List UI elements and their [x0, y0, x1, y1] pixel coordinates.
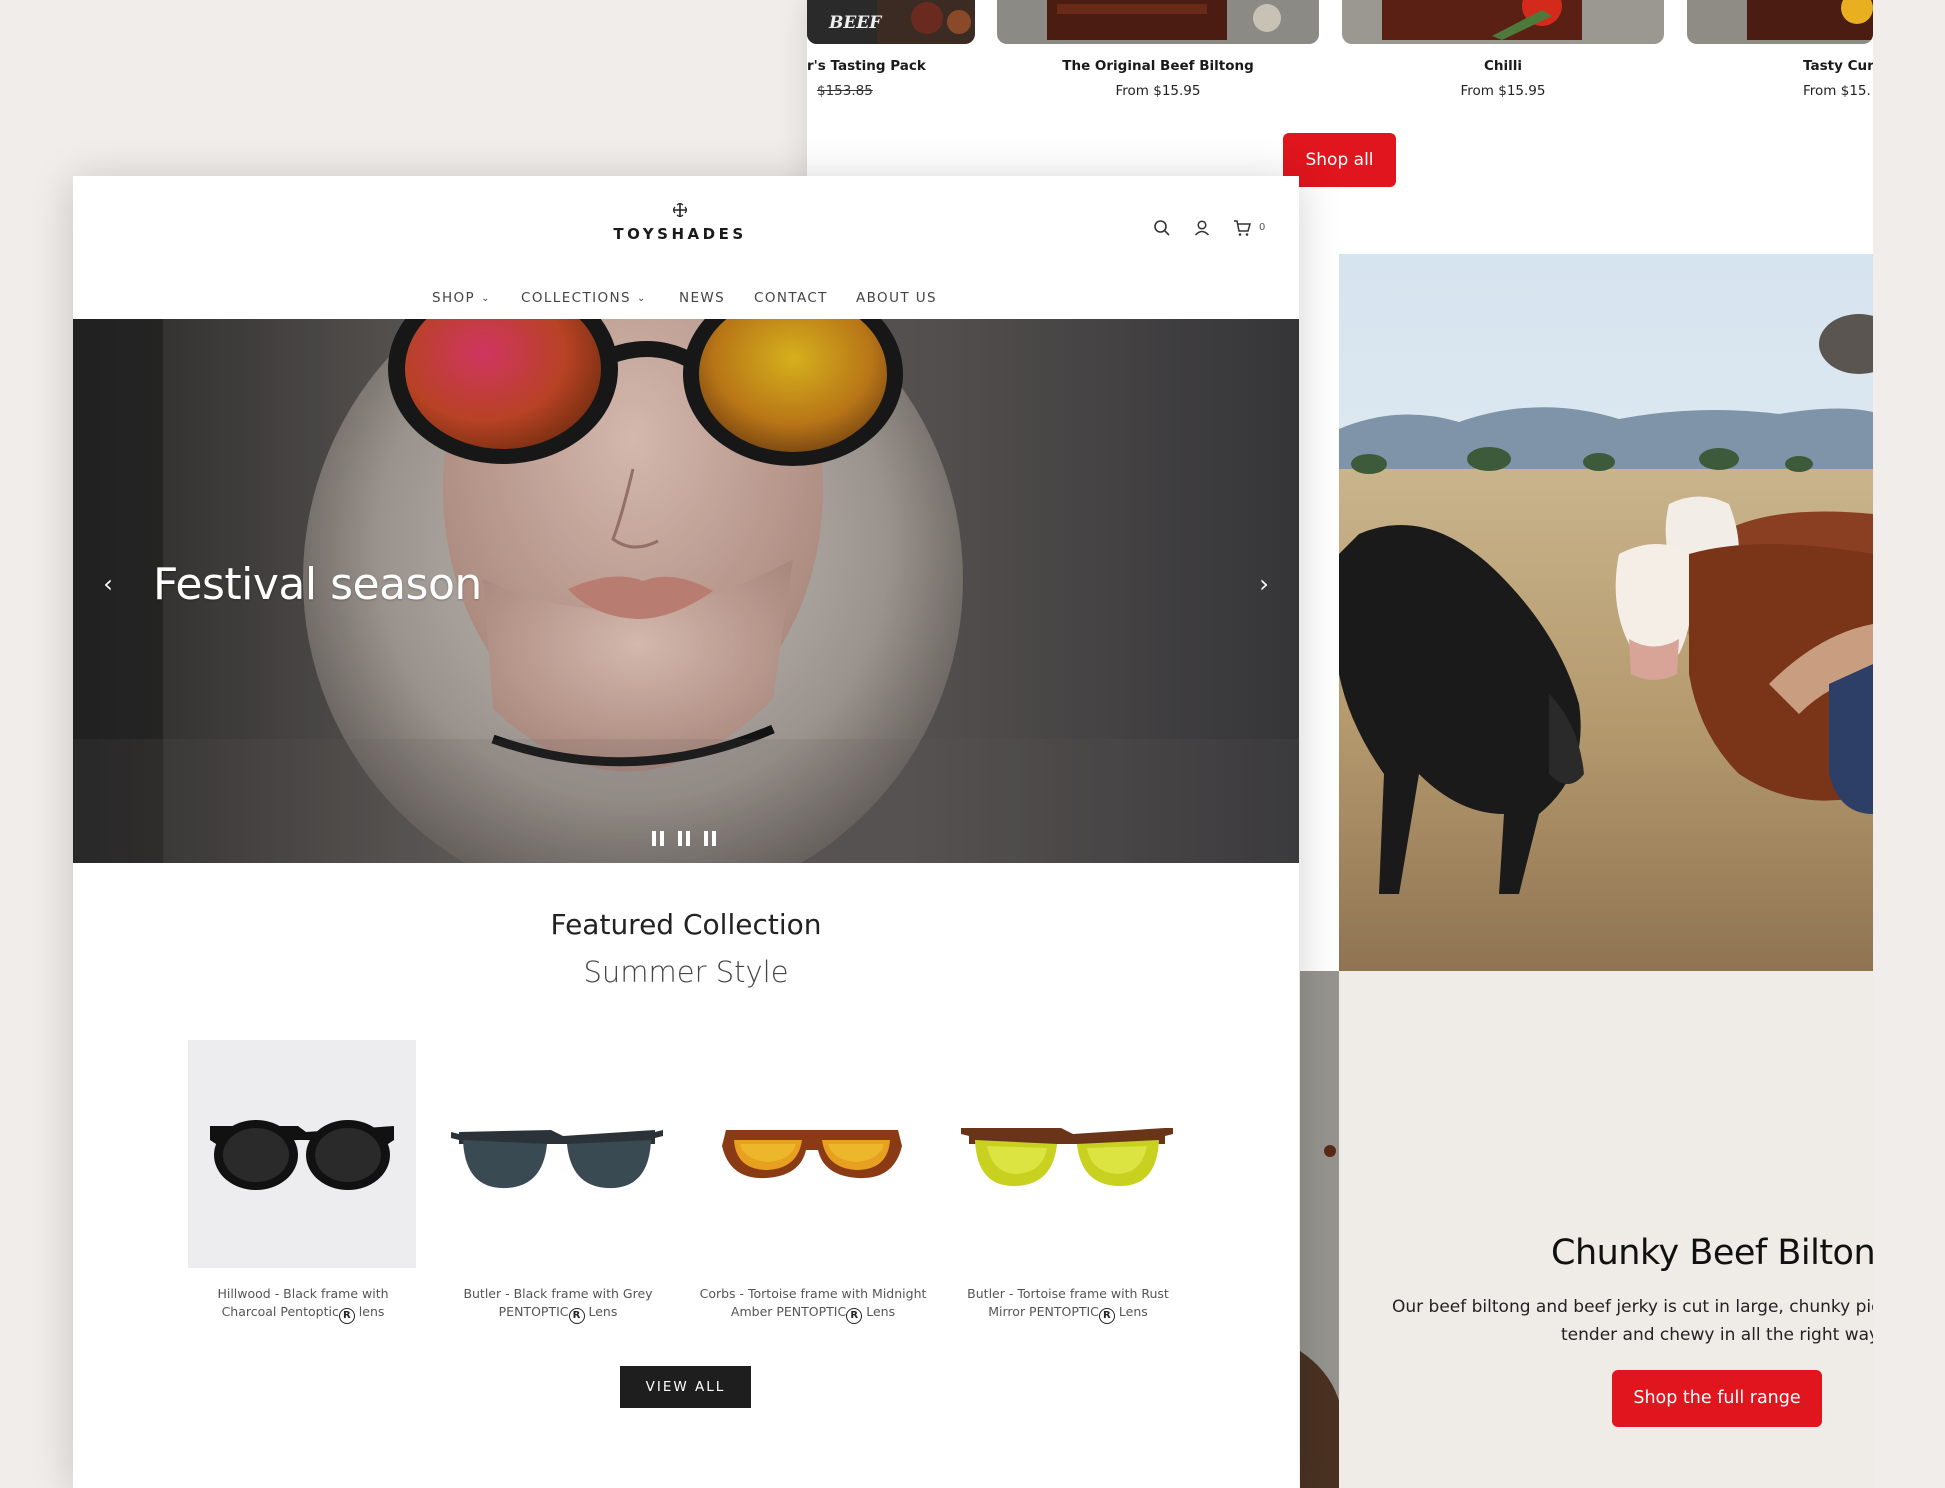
product-price: $153.85: [817, 83, 873, 99]
product-name-line: Hillwood - Black frame with: [217, 1286, 389, 1301]
food-image-edge: [1300, 971, 1339, 1488]
product-name-part: Charcoal Pentoptic: [221, 1304, 339, 1319]
registered-mark-icon: R: [568, 1308, 585, 1324]
shop-full-range-button[interactable]: Shop the full range: [1612, 1370, 1822, 1427]
product-name-line: Butler - Tortoise frame with Rust: [967, 1286, 1169, 1301]
product-name-part: Lens: [1114, 1304, 1148, 1319]
feature-title: Chunky Beef Biltong: [1551, 1233, 1897, 1273]
brand-logo-text[interactable]: TOYSHADES: [593, 225, 767, 243]
product-name-part: Mirror PENTOPTIC: [988, 1304, 1099, 1319]
featured-collection-subtitle: Summer Style: [583, 955, 789, 989]
nav-item-label: SHOP: [432, 290, 476, 306]
nav-item-label: ABOUT US: [856, 290, 937, 306]
background-edge: [1873, 0, 1945, 1488]
product-thumbnail[interactable]: BEEF: [807, 0, 975, 44]
product-thumbnail[interactable]: [997, 0, 1319, 44]
nav-item-about-us[interactable]: ABOUT US: [856, 290, 937, 306]
product-image[interactable]: [953, 1040, 1181, 1268]
search-icon[interactable]: [1153, 219, 1171, 237]
nav-item-shop[interactable]: SHOP ⌄: [432, 290, 491, 306]
brand-logo-icon[interactable]: [673, 203, 687, 217]
product-name-part: Lens: [862, 1304, 896, 1319]
product-name-line: Butler - Black frame with Grey: [463, 1286, 653, 1301]
user-icon[interactable]: [1193, 219, 1211, 237]
chevron-down-icon: ⌄: [481, 293, 491, 304]
product-image[interactable]: [698, 1040, 926, 1268]
product-name-line: Corbs - Tortoise frame with Midnight: [699, 1286, 927, 1301]
nav-item-label: COLLECTIONS: [521, 290, 631, 306]
feature-text-line: Our beef biltong and beef jerky is cut i…: [1392, 1297, 1902, 1317]
product-thumbnail[interactable]: [1342, 0, 1664, 44]
registered-mark-icon: R: [846, 1308, 863, 1324]
chevron-down-icon: ⌄: [636, 293, 647, 304]
product-name-part: Lens: [584, 1304, 618, 1319]
product-thumbnail[interactable]: [1687, 0, 1873, 44]
view-all-button[interactable]: VIEW ALL: [620, 1366, 751, 1408]
nav-item-collections[interactable]: COLLECTIONS ⌄: [521, 290, 647, 306]
product-price: From $15.95: [1460, 83, 1546, 99]
feature-text: Our beef biltong and beef jerky is cut i…: [1392, 1293, 1902, 1349]
hero-slideshow[interactable]: ‹ › Festival season: [73, 319, 1299, 863]
registered-mark-icon: R: [338, 1308, 355, 1324]
product-name[interactable]: The Original Beef Biltong: [997, 58, 1319, 74]
slide-dot[interactable]: [686, 831, 690, 846]
product-name-part: PENTOPTIC: [498, 1304, 569, 1319]
cart-count-badge[interactable]: 0: [1259, 222, 1265, 233]
main-nav: SHOP ⌄ COLLECTIONS ⌄ NEWS CONTACT ABOUT US: [73, 290, 1299, 314]
beef-pack-label: BEEF: [828, 13, 883, 33]
product-name[interactable]: Chilli: [1342, 58, 1664, 74]
product-name[interactable]: Hillwood - Black frame with Charcoal Pen…: [168, 1285, 438, 1324]
slide-dot[interactable]: [652, 831, 656, 846]
app-frame: BEEF r's Tasting Pack $153.85 The Origin…: [0, 0, 1945, 1488]
product-price: From $15.95: [1115, 83, 1201, 99]
slide-dot[interactable]: [660, 831, 664, 846]
next-slide-arrow[interactable]: ›: [1249, 569, 1279, 599]
product-name[interactable]: Corbs - Tortoise frame with Midnight Amb…: [678, 1285, 948, 1324]
product-name[interactable]: r's Tasting Pack: [807, 58, 926, 74]
featured-collection-title: Featured Collection: [550, 908, 822, 941]
product-name[interactable]: Tasty Cur: [1803, 58, 1873, 74]
product-row: BEEF r's Tasting Pack $153.85 The Origin…: [807, 0, 1873, 110]
feature-text-line: tender and chewy in all the right ways.: [1561, 1325, 1894, 1345]
nav-item-label: NEWS: [679, 290, 726, 306]
product-name[interactable]: Butler - Black frame with Grey PENTOPTIC…: [423, 1285, 693, 1324]
previous-slide-arrow[interactable]: ‹: [93, 569, 123, 599]
hero-title: Festival season: [153, 559, 482, 610]
nav-item-label: CONTACT: [754, 290, 828, 306]
shop-all-button[interactable]: Shop all: [1283, 133, 1396, 187]
registered-mark-icon: R: [1098, 1308, 1115, 1324]
product-name[interactable]: Butler - Tortoise frame with Rust Mirror…: [933, 1285, 1203, 1324]
product-image[interactable]: [443, 1040, 671, 1268]
product-name-part: Amber PENTOPTIC: [730, 1304, 847, 1319]
product-price: From $15.: [1803, 83, 1871, 99]
slide-dot[interactable]: [678, 831, 682, 846]
toyshades-store-window: TOYSHADES 0 SHOP ⌄ COLLECTIONS ⌄ NEWS CO…: [73, 176, 1299, 1488]
product-image[interactable]: [188, 1040, 416, 1268]
slide-dot[interactable]: [704, 831, 708, 846]
product-name-part: lens: [354, 1304, 385, 1319]
cart-icon[interactable]: [1233, 219, 1251, 237]
slide-dot[interactable]: [712, 831, 716, 846]
cattle-image: [1339, 254, 1873, 971]
nav-item-news[interactable]: NEWS: [679, 290, 725, 306]
nav-item-contact[interactable]: CONTACT: [754, 290, 828, 306]
